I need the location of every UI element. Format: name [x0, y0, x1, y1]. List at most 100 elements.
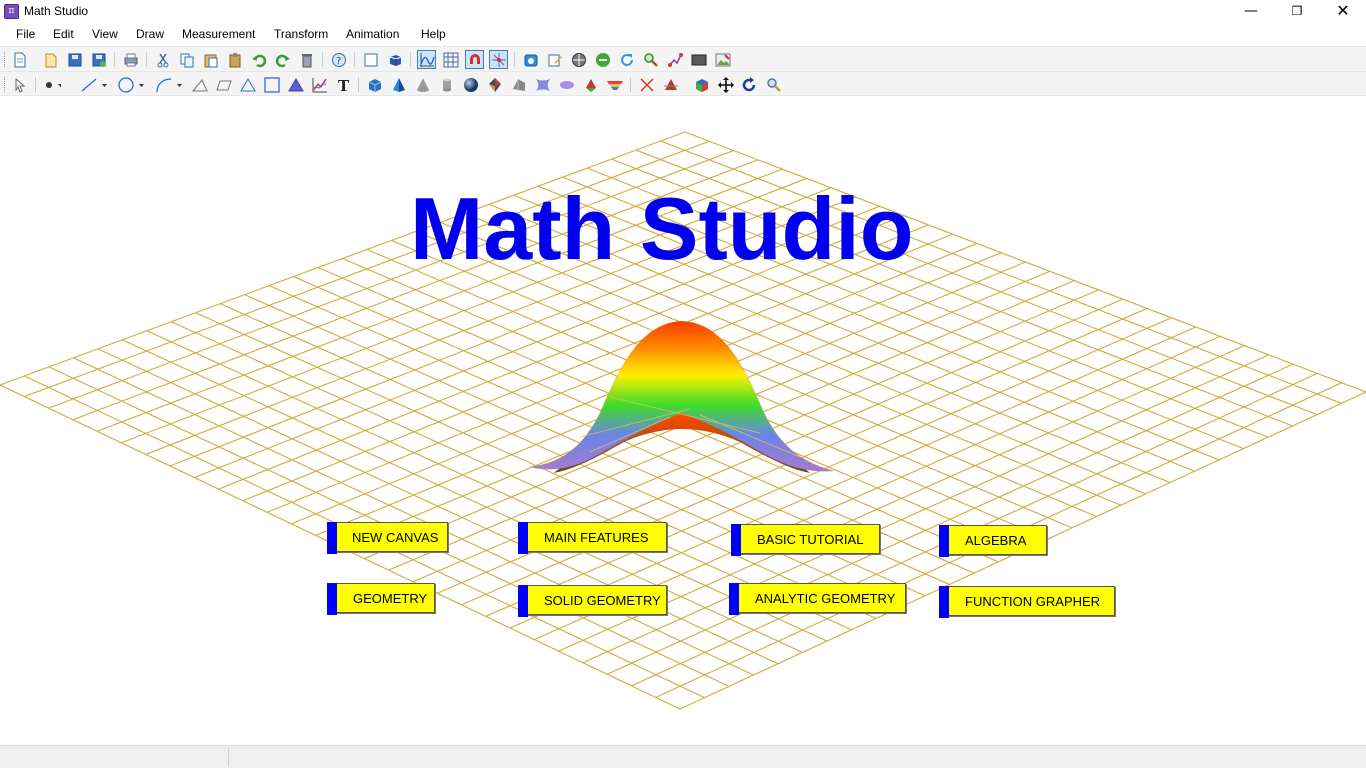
center-icon[interactable] [569, 50, 588, 69]
grid-line [485, 317, 1172, 617]
arc-icon[interactable] [155, 75, 185, 94]
button-tab-marker [729, 583, 739, 615]
open-file-icon[interactable] [41, 50, 60, 69]
path-icon[interactable] [665, 50, 684, 69]
magnet-icon[interactable] [465, 50, 484, 69]
graph-icon[interactable] [417, 50, 436, 69]
intersection-icon[interactable] [637, 75, 656, 94]
triangle-icon[interactable] [238, 75, 257, 94]
app-title: Math Studio [410, 179, 914, 278]
parallelogram-icon[interactable] [214, 75, 233, 94]
menu-view[interactable]: View [92, 27, 118, 41]
cut-icon[interactable] [153, 50, 172, 69]
image-icon[interactable] [713, 50, 732, 69]
title-bar: π Math Studio — ❐ ✕ [0, 0, 1366, 23]
minimize-button[interactable]: — [1228, 0, 1274, 23]
function-plot-icon[interactable] [310, 75, 329, 94]
clipboard-icon[interactable] [225, 50, 244, 69]
menu-measurement[interactable]: Measurement [182, 27, 255, 41]
line-icon[interactable] [80, 75, 110, 94]
geometry-button[interactable]: GEOMETRY [327, 583, 435, 615]
filled-triangle-icon[interactable] [286, 75, 305, 94]
gaussian-surface [529, 320, 835, 473]
maximize-button[interactable]: ❐ [1274, 0, 1320, 23]
pyramid-icon[interactable] [389, 75, 408, 94]
menu-transform[interactable]: Transform [274, 27, 328, 41]
polyhedron-icon[interactable] [485, 75, 504, 94]
copy-icon[interactable] [177, 50, 196, 69]
menu-file[interactable]: File [16, 27, 35, 41]
menu-animation[interactable]: Animation [346, 27, 399, 41]
analytic-geometry-button[interactable]: ANALYTIC GEOMETRY [729, 583, 906, 615]
ellipsoid-icon[interactable] [557, 75, 576, 94]
text-icon[interactable]: T [334, 75, 353, 94]
save-icon[interactable] [65, 50, 84, 69]
start-canvas[interactable]: Math Studio NEW CANVAS MAIN FEATURES BAS… [0, 97, 1366, 745]
svg-text:T: T [338, 77, 350, 93]
grid-icon[interactable] [441, 50, 460, 69]
move-icon[interactable] [716, 75, 735, 94]
toolbar-grip[interactable] [4, 77, 7, 92]
cylinder-icon[interactable] [437, 75, 456, 94]
color-solid-icon[interactable] [692, 75, 711, 94]
cone-section-icon[interactable] [581, 75, 600, 94]
pi-app-icon: π [4, 4, 19, 19]
status-bar [0, 745, 1366, 768]
main-features-button[interactable]: MAIN FEATURES [518, 522, 667, 554]
help-icon[interactable]: ? [329, 50, 348, 69]
triangle-outline-icon[interactable] [190, 75, 209, 94]
camera-icon[interactable] [521, 50, 540, 69]
button-tab-marker [518, 585, 528, 617]
undo-icon[interactable] [249, 50, 268, 69]
point-icon[interactable] [42, 75, 61, 94]
screen-icon[interactable] [689, 50, 708, 69]
cube-icon[interactable] [365, 75, 384, 94]
function-grapher-button[interactable]: FUNCTION GRAPHER [939, 586, 1115, 618]
redo-icon[interactable] [273, 50, 292, 69]
save-as-icon[interactable] [89, 50, 108, 69]
prism-icon[interactable] [509, 75, 528, 94]
zoom-icon[interactable] [641, 50, 660, 69]
menu-bar: File Edit View Draw Measurement Transfor… [0, 23, 1366, 45]
basic-tutorial-button[interactable]: BASIC TUTORIAL [731, 524, 880, 556]
main-toolbar: ? [0, 46, 1366, 71]
button-tab-marker [731, 524, 741, 556]
menu-help[interactable]: Help [421, 27, 446, 41]
paste-icon[interactable] [201, 50, 220, 69]
rectangle-icon[interactable] [262, 75, 281, 94]
canvas-3d-icon[interactable] [385, 50, 404, 69]
button-tab-marker [518, 522, 528, 554]
draw-toolbar: T [0, 71, 1366, 96]
sphere-icon[interactable] [461, 75, 480, 94]
button-tab-marker [327, 583, 337, 615]
button-tab-marker [939, 586, 949, 618]
edit-icon[interactable] [545, 50, 564, 69]
circle-icon[interactable] [117, 75, 147, 94]
window-title: Math Studio [24, 4, 89, 18]
rotate-icon[interactable] [740, 75, 759, 94]
axes-icon[interactable] [489, 50, 508, 69]
svg-text:?: ? [336, 56, 341, 67]
print-icon[interactable] [121, 50, 140, 69]
remove-icon[interactable] [593, 50, 612, 69]
menu-draw[interactable]: Draw [136, 27, 164, 41]
new-canvas-button[interactable]: NEW CANVAS [327, 522, 448, 554]
canvas-2d-icon[interactable] [361, 50, 380, 69]
close-button[interactable]: ✕ [1320, 0, 1366, 23]
zoom-icon[interactable] [764, 75, 783, 94]
toolbar-grip[interactable] [4, 52, 7, 67]
new-file-icon[interactable] [10, 50, 29, 69]
hyperboloid-icon[interactable] [533, 75, 552, 94]
button-tab-marker [327, 522, 337, 554]
cone-icon[interactable] [413, 75, 432, 94]
surface-icon[interactable] [605, 75, 624, 94]
status-pane [2, 748, 229, 767]
solid-cut-icon[interactable] [661, 75, 680, 94]
refresh-icon[interactable] [617, 50, 636, 69]
delete-icon[interactable] [297, 50, 316, 69]
select-arrow-icon[interactable] [10, 75, 29, 94]
menu-edit[interactable]: Edit [53, 27, 74, 41]
solid-geometry-button[interactable]: SOLID GEOMETRY [518, 585, 667, 617]
button-tab-marker [939, 525, 949, 557]
algebra-button[interactable]: ALGEBRA [939, 525, 1047, 557]
